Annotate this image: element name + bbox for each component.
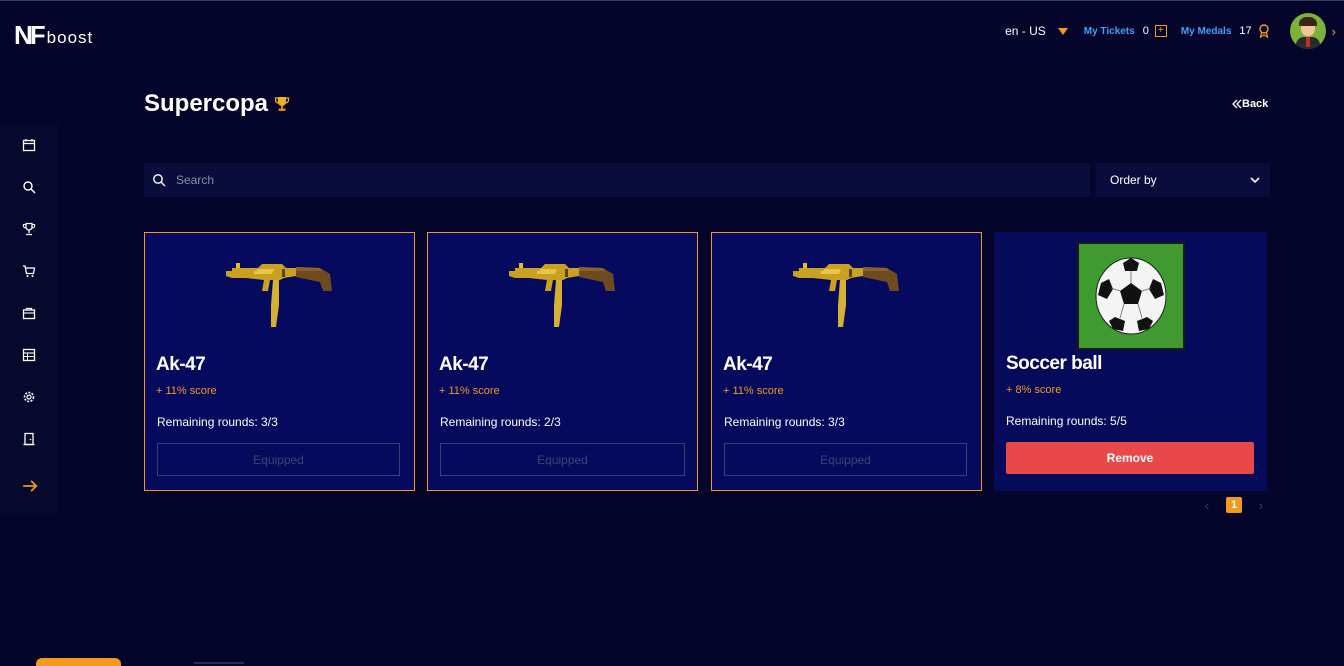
item-score: + 11% score — [439, 385, 500, 397]
calendar-icon[interactable] — [22, 138, 38, 154]
order-by-label: Order by — [1110, 173, 1157, 187]
search-bar — [144, 163, 1090, 197]
item-score: + 8% score — [1006, 384, 1062, 396]
bottom-divider — [194, 662, 244, 664]
language-selector[interactable]: en - US — [1005, 24, 1046, 38]
order-by-dropdown[interactable]: Order by — [1096, 163, 1270, 197]
equipped-button[interactable]: Equipped — [724, 443, 967, 476]
top-border — [0, 0, 1344, 1]
item-name: Ak-47 — [439, 354, 489, 375]
logo-mark: NF — [14, 20, 46, 50]
medals-count: 17 — [1239, 25, 1252, 37]
item-rounds: Remaining rounds: 5/5 — [1006, 414, 1127, 428]
gear-icon[interactable] — [22, 390, 38, 406]
chevron-right-icon[interactable]: › — [1332, 24, 1336, 39]
next-page-icon[interactable]: › — [1254, 497, 1268, 513]
table-icon[interactable] — [22, 348, 38, 364]
soccer-ball-image — [994, 242, 1267, 356]
item-name: Ak-47 — [156, 354, 206, 375]
ak47-image — [712, 247, 981, 359]
prev-page-icon[interactable]: ‹ — [1200, 497, 1214, 513]
logo[interactable]: NF boost — [14, 20, 94, 50]
item-name: Soccer ball — [1006, 353, 1102, 374]
bag-icon[interactable] — [22, 306, 38, 322]
trophy-icon[interactable] — [22, 222, 38, 238]
sidebar — [0, 122, 58, 514]
search-icon — [153, 174, 166, 187]
double-chevron-left-icon — [1232, 99, 1242, 109]
cart-icon[interactable] — [22, 264, 38, 280]
item-rounds: Remaining rounds: 3/3 — [724, 415, 845, 429]
item-score: + 11% score — [723, 385, 784, 397]
ak47-image — [145, 247, 414, 359]
back-button[interactable]: Back — [1232, 98, 1268, 110]
item-card: Ak-47 + 11% score Remaining rounds: 3/3 … — [711, 232, 982, 491]
my-medals-link[interactable]: My Medals — [1181, 26, 1232, 37]
back-label: Back — [1242, 98, 1269, 110]
medal-icon — [1258, 24, 1270, 39]
chevron-down-icon — [1250, 176, 1260, 183]
search-icon[interactable] — [22, 180, 38, 196]
arrow-right-icon[interactable] — [22, 478, 38, 494]
remove-button[interactable]: Remove — [1006, 442, 1254, 474]
tickets-count: 0 — [1142, 25, 1149, 37]
item-name: Ak-47 — [723, 354, 773, 375]
my-tickets-link[interactable]: My Tickets — [1084, 26, 1135, 37]
item-card: Ak-47 + 11% score Remaining rounds: 2/3 … — [427, 232, 698, 491]
door-icon[interactable] — [22, 432, 38, 448]
item-rounds: Remaining rounds: 2/3 — [440, 415, 561, 429]
page-number[interactable]: 1 — [1226, 497, 1242, 513]
avatar[interactable] — [1289, 13, 1326, 49]
item-card: Ak-47 + 11% score Remaining rounds: 3/3 … — [144, 232, 415, 491]
add-ticket-icon[interactable]: + — [1154, 25, 1167, 37]
page-title-text: Supercopa — [144, 90, 269, 117]
item-score: + 11% score — [156, 385, 217, 397]
pagination: ‹ 1 › — [1200, 497, 1268, 513]
language-caret-icon[interactable] — [1057, 27, 1068, 35]
ak47-image — [428, 247, 697, 359]
header-right: en - US My Tickets 0 + My Medals 17 › — [1005, 12, 1344, 50]
item-card: Soccer ball + 8% score Remaining rounds:… — [994, 232, 1267, 491]
logo-word: boost — [46, 28, 94, 47]
equipped-button[interactable]: Equipped — [440, 443, 685, 476]
item-rounds: Remaining rounds: 3/3 — [157, 415, 278, 429]
equipped-button[interactable]: Equipped — [157, 443, 400, 476]
page-title: Supercopa — [144, 90, 290, 118]
trophy-gold-icon — [274, 97, 290, 111]
search-input[interactable] — [174, 172, 1058, 188]
